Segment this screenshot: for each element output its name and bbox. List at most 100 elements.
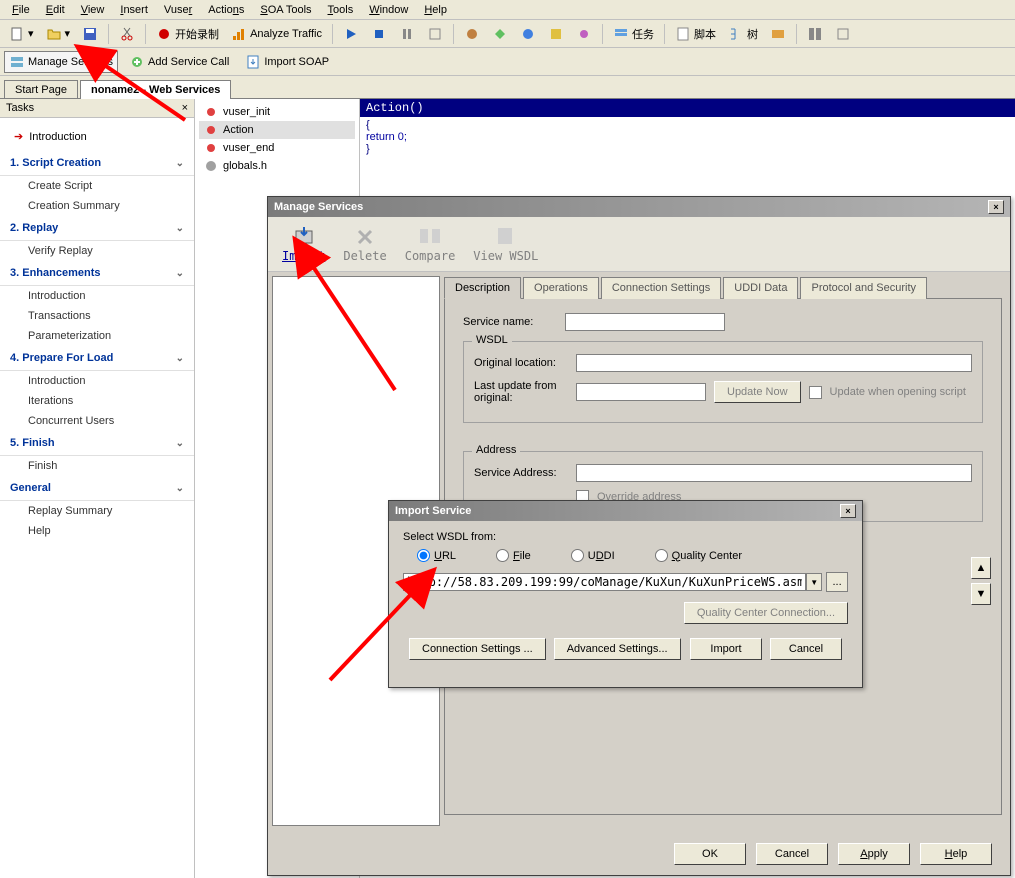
pause-icon[interactable] <box>394 23 420 45</box>
tool-icon-4[interactable] <box>543 23 569 45</box>
cancel-button[interactable]: Cancel <box>770 638 842 660</box>
tree-button[interactable]: 树 <box>723 23 763 45</box>
add-service-call-button[interactable]: Add Service Call <box>124 51 234 73</box>
ms-toolbar: Import Delete Compare View WSDL <box>268 217 1010 272</box>
task-section-general[interactable]: General⌄ <box>0 476 194 501</box>
close-icon[interactable]: × <box>988 200 1004 214</box>
radio-qc[interactable]: Quality Center <box>655 549 742 562</box>
tool-icon-8[interactable] <box>830 23 856 45</box>
compile-icon[interactable] <box>422 23 448 45</box>
task-section-prepare[interactable]: 4. Prepare For Load⌄ <box>0 346 194 371</box>
task-iterations[interactable]: Iterations <box>0 391 194 411</box>
menu-edit[interactable]: Edit <box>38 2 73 18</box>
advanced-settings-button[interactable]: Advanced Settings... <box>554 638 681 660</box>
ms-tab-uddi[interactable]: UDDI Data <box>723 277 798 299</box>
task-creation-summary[interactable]: Creation Summary <box>0 196 194 216</box>
menu-actions[interactable]: Actions <box>200 2 252 18</box>
task-verify-replay[interactable]: Verify Replay <box>0 241 194 261</box>
orig-location-label: Original location: <box>474 357 568 369</box>
task-section-script[interactable]: 1. Script Creation⌄ <box>0 151 194 176</box>
service-address-input[interactable] <box>576 464 972 482</box>
play-icon[interactable] <box>338 23 364 45</box>
tool-icon-5[interactable] <box>571 23 597 45</box>
last-update-input[interactable] <box>576 383 706 401</box>
url-dropdown-icon[interactable]: ▼ <box>806 573 822 591</box>
task-concurrent[interactable]: Concurrent Users <box>0 411 194 431</box>
tool-icon-6[interactable] <box>765 23 791 45</box>
tool-icon-3[interactable] <box>515 23 541 45</box>
task-finish[interactable]: Finish <box>0 456 194 476</box>
task-create-script[interactable]: Create Script <box>0 176 194 196</box>
menu-insert[interactable]: Insert <box>112 2 156 18</box>
dialog-titlebar[interactable]: Import Service× <box>389 501 862 521</box>
task-help[interactable]: Help <box>0 521 194 541</box>
ok-button[interactable]: OK <box>674 843 746 865</box>
connection-settings-button[interactable]: Connection Settings ... <box>409 638 546 660</box>
ms-tabs: Description Operations Connection Settin… <box>444 276 1002 299</box>
orig-location-input[interactable] <box>576 354 972 372</box>
tree-globals[interactable]: globals.h <box>199 157 355 175</box>
tree-vuser-end[interactable]: vuser_end <box>199 139 355 157</box>
menu-help[interactable]: Help <box>416 2 455 18</box>
record-button[interactable]: 开始录制 <box>151 23 224 45</box>
dialog-titlebar[interactable]: Manage Services× <box>268 197 1010 217</box>
update-open-checkbox[interactable] <box>809 386 822 399</box>
task-transactions[interactable]: Transactions <box>0 306 194 326</box>
task-replay-summary[interactable]: Replay Summary <box>0 501 194 521</box>
ms-tab-description[interactable]: Description <box>444 277 521 299</box>
apply-button[interactable]: Apply <box>838 843 910 865</box>
radio-url[interactable]: URL <box>417 549 456 562</box>
help-button[interactable]: Help <box>920 843 992 865</box>
task-section-replay[interactable]: 2. Replay⌄ <box>0 216 194 241</box>
tool-icon-2[interactable] <box>487 23 513 45</box>
radio-uddi[interactable]: UDDI <box>571 549 615 562</box>
menu-tools[interactable]: Tools <box>320 2 362 18</box>
tool-icon-1[interactable] <box>459 23 485 45</box>
ms-tab-operations[interactable]: Operations <box>523 277 599 299</box>
script-button[interactable]: 脚本 <box>670 23 721 45</box>
save-button[interactable] <box>77 23 103 45</box>
close-icon[interactable]: × <box>840 504 856 518</box>
open-button[interactable]: ▾ <box>41 23 76 45</box>
ms-tab-connection[interactable]: Connection Settings <box>601 277 721 299</box>
import-button[interactable]: Import <box>690 638 762 660</box>
tool-icon-7[interactable] <box>802 23 828 45</box>
last-update-label: Last update from original: <box>474 380 568 404</box>
ms-import-button[interactable]: Import <box>282 225 325 263</box>
analyze-traffic-button[interactable]: Analyze Traffic <box>226 23 327 45</box>
menu-file[interactable]: FFileile <box>4 2 38 18</box>
task-introduction[interactable]: ➔Introduction <box>0 122 194 151</box>
ms-tab-protocol[interactable]: Protocol and Security <box>800 277 927 299</box>
menu-vuser[interactable]: Vuser <box>156 2 200 18</box>
menu-view[interactable]: View <box>73 2 113 18</box>
task-section-finish[interactable]: 5. Finish⌄ <box>0 431 194 456</box>
tree-vuser-init[interactable]: vuser_init <box>199 103 355 121</box>
wsdl-fieldset: WSDL Original location: Last update from… <box>463 341 983 423</box>
tab-noname2[interactable]: noname2 - Web Services <box>80 80 231 99</box>
tasks-button[interactable]: 任务 <box>608 23 659 45</box>
service-address-label: Service Address: <box>474 467 568 479</box>
scroll-down-icon[interactable]: ▼ <box>971 583 991 605</box>
import-soap-button[interactable]: Import SOAP <box>240 51 334 73</box>
update-open-label: Update when opening script <box>830 386 966 398</box>
radio-file[interactable]: File <box>496 549 531 562</box>
close-icon[interactable]: × <box>182 102 188 114</box>
menu-soa[interactable]: SOA Tools <box>252 2 319 18</box>
menu-window[interactable]: Window <box>361 2 416 18</box>
browse-button[interactable]: ... <box>826 572 848 592</box>
new-button[interactable]: ▾ <box>4 23 39 45</box>
stop-icon[interactable] <box>366 23 392 45</box>
task-prep-intro[interactable]: Introduction <box>0 371 194 391</box>
cut-icon[interactable] <box>114 23 140 45</box>
task-section-enhancements[interactable]: 3. Enhancements⌄ <box>0 261 194 286</box>
task-enh-intro[interactable]: Introduction <box>0 286 194 306</box>
service-name-input[interactable] <box>565 313 725 331</box>
cancel-button[interactable]: Cancel <box>756 843 828 865</box>
toolbar-soa: Manage Services Add Service Call Import … <box>0 48 1015 76</box>
task-parameterization[interactable]: Parameterization <box>0 326 194 346</box>
tab-start-page[interactable]: Start Page <box>4 80 78 99</box>
wsdl-url-input[interactable] <box>403 573 806 591</box>
tree-action[interactable]: Action <box>199 121 355 139</box>
manage-services-button[interactable]: Manage Services <box>4 51 118 73</box>
scroll-up-icon[interactable]: ▲ <box>971 557 991 579</box>
